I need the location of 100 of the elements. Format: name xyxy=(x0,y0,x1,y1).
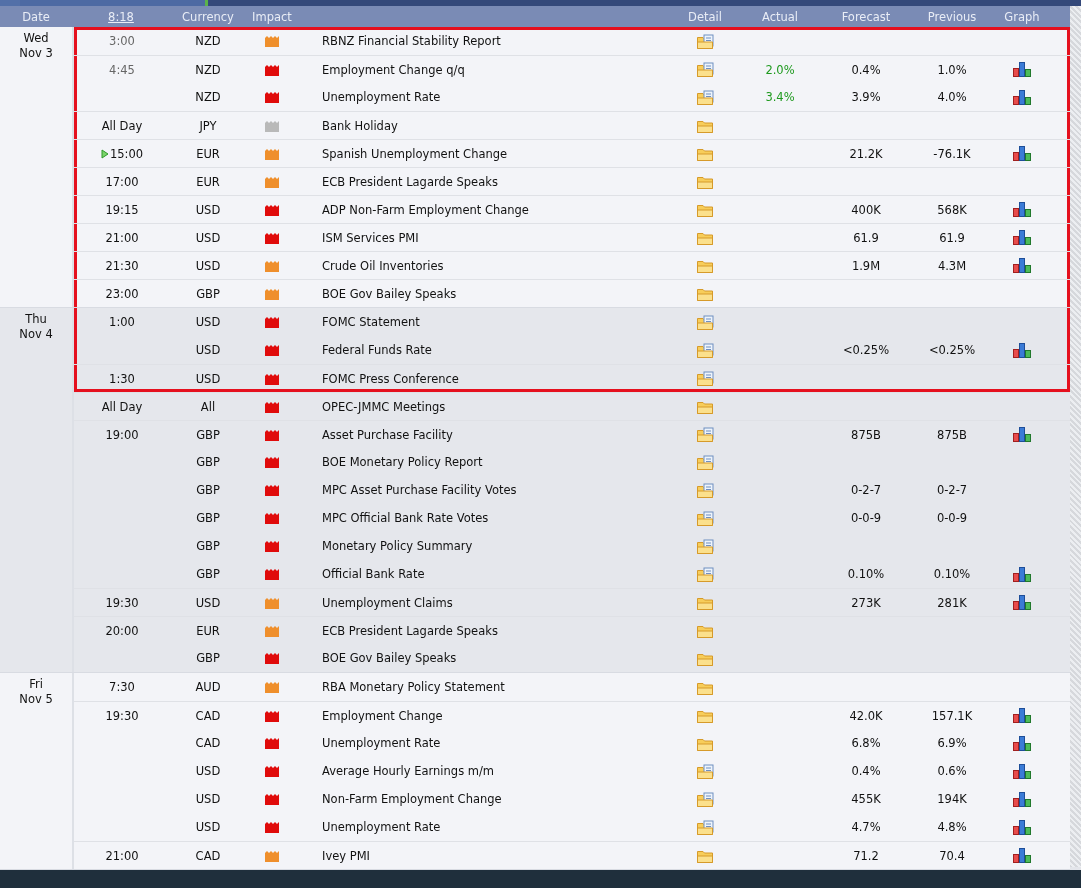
bar-chart-icon[interactable] xyxy=(1013,595,1031,610)
bar-chart-icon[interactable] xyxy=(1013,848,1031,863)
folder-icon[interactable] xyxy=(696,595,714,610)
bar-chart-icon[interactable] xyxy=(1013,258,1031,273)
forecast-value: 875B xyxy=(851,427,881,442)
forecast-value: <0.25% xyxy=(842,343,890,357)
event-name[interactable]: Average Hourly Earnings m/m xyxy=(322,764,495,778)
bar-chart-icon[interactable] xyxy=(1013,202,1031,217)
event-name[interactable]: Unemployment Rate xyxy=(322,736,441,750)
bar-chart-icon[interactable] xyxy=(1013,427,1031,442)
event-time: 19:30 xyxy=(105,595,139,610)
folder-document-icon[interactable] xyxy=(696,819,714,835)
folder-icon[interactable] xyxy=(696,708,714,723)
column-header: Graph xyxy=(1004,9,1040,24)
event-time: 4:45 xyxy=(109,62,135,77)
currency-code: GBP xyxy=(196,511,220,525)
folder-document-icon[interactable] xyxy=(696,566,714,582)
event-name[interactable]: OPEC-JMMC Meetings xyxy=(322,399,446,414)
bar-chart-icon[interactable] xyxy=(1013,566,1031,582)
folder-document-icon[interactable] xyxy=(696,510,714,526)
folder-icon[interactable] xyxy=(696,202,714,217)
event-name[interactable]: Official Bank Rate xyxy=(322,567,425,581)
currency-code: GBP xyxy=(196,567,220,581)
previous-value: 70.4 xyxy=(939,848,965,863)
event-name[interactable]: Non-Farm Employment Change xyxy=(322,792,502,806)
bar-chart-icon[interactable] xyxy=(1013,791,1031,807)
folder-document-icon[interactable] xyxy=(696,454,714,470)
folder-document-icon[interactable] xyxy=(696,427,714,442)
event-name[interactable]: BOE Gov Bailey Speaks xyxy=(322,651,457,665)
folder-icon[interactable] xyxy=(696,174,714,189)
event-name[interactable]: BOE Monetary Policy Report xyxy=(322,455,483,469)
event-time: 19:30 xyxy=(105,708,139,723)
folder-icon[interactable] xyxy=(696,146,714,161)
event-name[interactable]: Bank Holiday xyxy=(322,118,398,133)
currency-code: USD xyxy=(195,820,221,834)
event-name[interactable]: MPC Asset Purchase Facility Votes xyxy=(322,483,517,497)
bar-chart-icon[interactable] xyxy=(1013,819,1031,835)
event-name[interactable]: Unemployment Rate xyxy=(322,820,441,834)
folder-document-icon[interactable] xyxy=(696,89,714,105)
event-name[interactable]: RBA Monetary Policy Statement xyxy=(322,680,505,694)
folder-icon[interactable] xyxy=(696,258,714,273)
folder-icon[interactable] xyxy=(696,623,714,638)
bar-chart-icon[interactable] xyxy=(1013,342,1031,358)
folder-document-icon[interactable] xyxy=(696,482,714,498)
event-name[interactable]: Ivey PMI xyxy=(322,848,370,863)
bar-chart-icon[interactable] xyxy=(1013,763,1031,779)
previous-value: 281K xyxy=(937,595,967,610)
folder-icon[interactable] xyxy=(696,118,714,133)
bar-chart-icon[interactable] xyxy=(1013,62,1031,77)
event-name[interactable]: Asset Purchase Facility xyxy=(322,427,453,442)
folder-document-icon[interactable] xyxy=(696,33,714,49)
event-name[interactable]: ISM Services PMI xyxy=(322,230,419,245)
currency-code: USD xyxy=(195,764,221,778)
actual-value: 3.4% xyxy=(765,90,795,104)
forecast-value: 6.8% xyxy=(851,736,881,750)
folder-document-icon[interactable] xyxy=(696,342,714,358)
bar-chart-icon[interactable] xyxy=(1013,230,1031,245)
bar-chart-icon[interactable] xyxy=(1013,735,1031,751)
scrollbar[interactable] xyxy=(1070,6,1081,867)
event-name[interactable]: RBNZ Financial Stability Report xyxy=(322,34,501,48)
date-label: Nov 5 xyxy=(18,692,54,707)
event-name[interactable]: BOE Gov Bailey Speaks xyxy=(322,286,457,301)
forecast-value: 3.9% xyxy=(851,90,881,104)
event-name[interactable]: Crude Oil Inventories xyxy=(322,258,444,273)
currency-code: GBP xyxy=(196,286,220,301)
folder-icon[interactable] xyxy=(696,286,714,301)
event-name[interactable]: Unemployment Rate xyxy=(322,90,441,104)
event-name[interactable]: Federal Funds Rate xyxy=(322,343,432,357)
bar-chart-icon[interactable] xyxy=(1013,146,1031,161)
folder-document-icon[interactable] xyxy=(696,763,714,779)
currency-code: USD xyxy=(195,595,221,610)
folder-icon[interactable] xyxy=(696,230,714,245)
currency-code: USD xyxy=(195,230,221,245)
currency-code: CAD xyxy=(195,708,221,723)
previous-value: 0-0-9 xyxy=(936,511,968,525)
folder-document-icon[interactable] xyxy=(696,314,714,330)
currency-code: EUR xyxy=(196,174,220,189)
event-name[interactable]: Unemployment Claims xyxy=(322,595,453,610)
bar-chart-icon[interactable] xyxy=(1013,708,1031,723)
folder-document-icon[interactable] xyxy=(696,62,714,77)
event-name[interactable]: ECB President Lagarde Speaks xyxy=(322,174,498,189)
event-time: 19:00 xyxy=(105,427,139,442)
event-name[interactable]: Spanish Unemployment Change xyxy=(322,146,508,161)
event-name[interactable]: Monetary Policy Summary xyxy=(322,539,473,553)
bar-chart-icon[interactable] xyxy=(1013,89,1031,105)
event-name[interactable]: FOMC Press Conference xyxy=(322,371,459,386)
folder-icon[interactable] xyxy=(696,848,714,863)
event-name[interactable]: FOMC Statement xyxy=(322,315,420,329)
folder-document-icon[interactable] xyxy=(696,371,714,386)
event-name[interactable]: Employment Change q/q xyxy=(322,62,465,77)
forecast-value: 0.4% xyxy=(851,764,881,778)
previous-value: 0.6% xyxy=(937,764,967,778)
event-name[interactable]: ADP Non-Farm Employment Change xyxy=(322,202,529,217)
event-name[interactable]: Employment Change xyxy=(322,708,443,723)
folder-icon[interactable] xyxy=(696,399,714,414)
event-name[interactable]: ECB President Lagarde Speaks xyxy=(322,623,498,638)
event-name[interactable]: MPC Official Bank Rate Votes xyxy=(322,511,489,525)
folder-document-icon[interactable] xyxy=(696,791,714,807)
folder-document-icon[interactable] xyxy=(696,538,714,554)
forecast-value: 4.7% xyxy=(851,820,881,834)
